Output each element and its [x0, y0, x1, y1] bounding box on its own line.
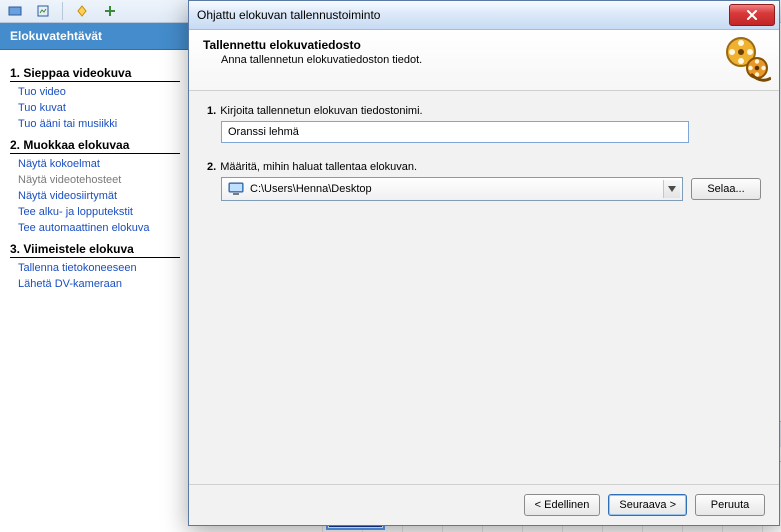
- task-link-import-images[interactable]: Tuo kuvat: [18, 102, 180, 114]
- film-reel-icon: [723, 34, 771, 82]
- task-link-import-video[interactable]: Tuo video: [18, 86, 180, 98]
- task-link-import-audio[interactable]: Tuo ääni tai musiikki: [18, 118, 180, 130]
- save-path-dropdown[interactable]: C:\Users\Henna\Desktop: [221, 177, 683, 201]
- wizard-titlebar[interactable]: Ohjattu elokuvan tallennustoiminto: [189, 1, 779, 30]
- task-link-send-dv[interactable]: Lähetä DV-kameraan: [18, 278, 180, 290]
- chevron-down-icon: [663, 180, 680, 198]
- task-link-transitions[interactable]: Näytä videosiirtymät: [18, 190, 180, 202]
- next-button[interactable]: Seuraava >: [608, 494, 687, 516]
- toolbar-icon-3[interactable]: [71, 1, 93, 21]
- save-location-label: 2.Määritä, mihin haluat tallentaa elokuv…: [207, 161, 761, 173]
- filename-input[interactable]: [221, 121, 689, 143]
- close-button[interactable]: [729, 4, 775, 26]
- task-link-effects: Näytä videotehosteet: [18, 174, 180, 186]
- wizard-footer: < Edellinen Seuraava > Peruuta: [189, 484, 779, 525]
- wizard-title: Ohjattu elokuvan tallennustoiminto: [197, 8, 380, 22]
- monitor-icon: [228, 182, 244, 196]
- tasks-section-3-title: 3. Viimeistele elokuva: [10, 242, 180, 258]
- tasks-section-2-title: 2. Muokkaa elokuvaa: [10, 138, 180, 154]
- back-button[interactable]: < Edellinen: [524, 494, 601, 516]
- toolbar-separator: [62, 2, 63, 20]
- task-link-save-computer[interactable]: Tallenna tietokoneeseen: [18, 262, 180, 274]
- toolbar-icon-2[interactable]: [32, 1, 54, 21]
- tasks-header: Elokuvatehtävät: [0, 23, 190, 50]
- wizard-body: 1.Kirjoita tallennetun elokuvan tiedosto…: [189, 91, 779, 484]
- filename-field-row: 1.Kirjoita tallennetun elokuvan tiedosto…: [207, 105, 761, 143]
- filename-label: 1.Kirjoita tallennetun elokuvan tiedosto…: [207, 105, 761, 117]
- task-link-titles[interactable]: Tee alku- ja lopputekstit: [18, 206, 180, 218]
- save-location-row: 2.Määritä, mihin haluat tallentaa elokuv…: [207, 161, 761, 201]
- cancel-button[interactable]: Peruuta: [695, 494, 765, 516]
- task-link-collections[interactable]: Näytä kokoelmat: [18, 158, 180, 170]
- toolbar-icon-1[interactable]: [4, 1, 26, 21]
- save-movie-wizard: Ohjattu elokuvan tallennustoiminto Talle…: [188, 0, 780, 526]
- browse-button[interactable]: Selaa...: [691, 178, 761, 200]
- wizard-header-title: Tallennettu elokuvatiedosto: [203, 38, 765, 52]
- save-path-value: C:\Users\Henna\Desktop: [250, 183, 372, 195]
- tasks-pane: Elokuvatehtävät 1. Sieppaa videokuva Tuo…: [0, 23, 190, 528]
- tasks-section-1-title: 1. Sieppaa videokuva: [10, 66, 180, 82]
- wizard-header: Tallennettu elokuvatiedosto Anna tallenn…: [189, 30, 779, 91]
- toolbar-icon-4[interactable]: [99, 1, 121, 21]
- wizard-header-subtitle: Anna tallennetun elokuvatiedoston tiedot…: [221, 54, 765, 66]
- task-link-automovie[interactable]: Tee automaattinen elokuva: [18, 222, 180, 234]
